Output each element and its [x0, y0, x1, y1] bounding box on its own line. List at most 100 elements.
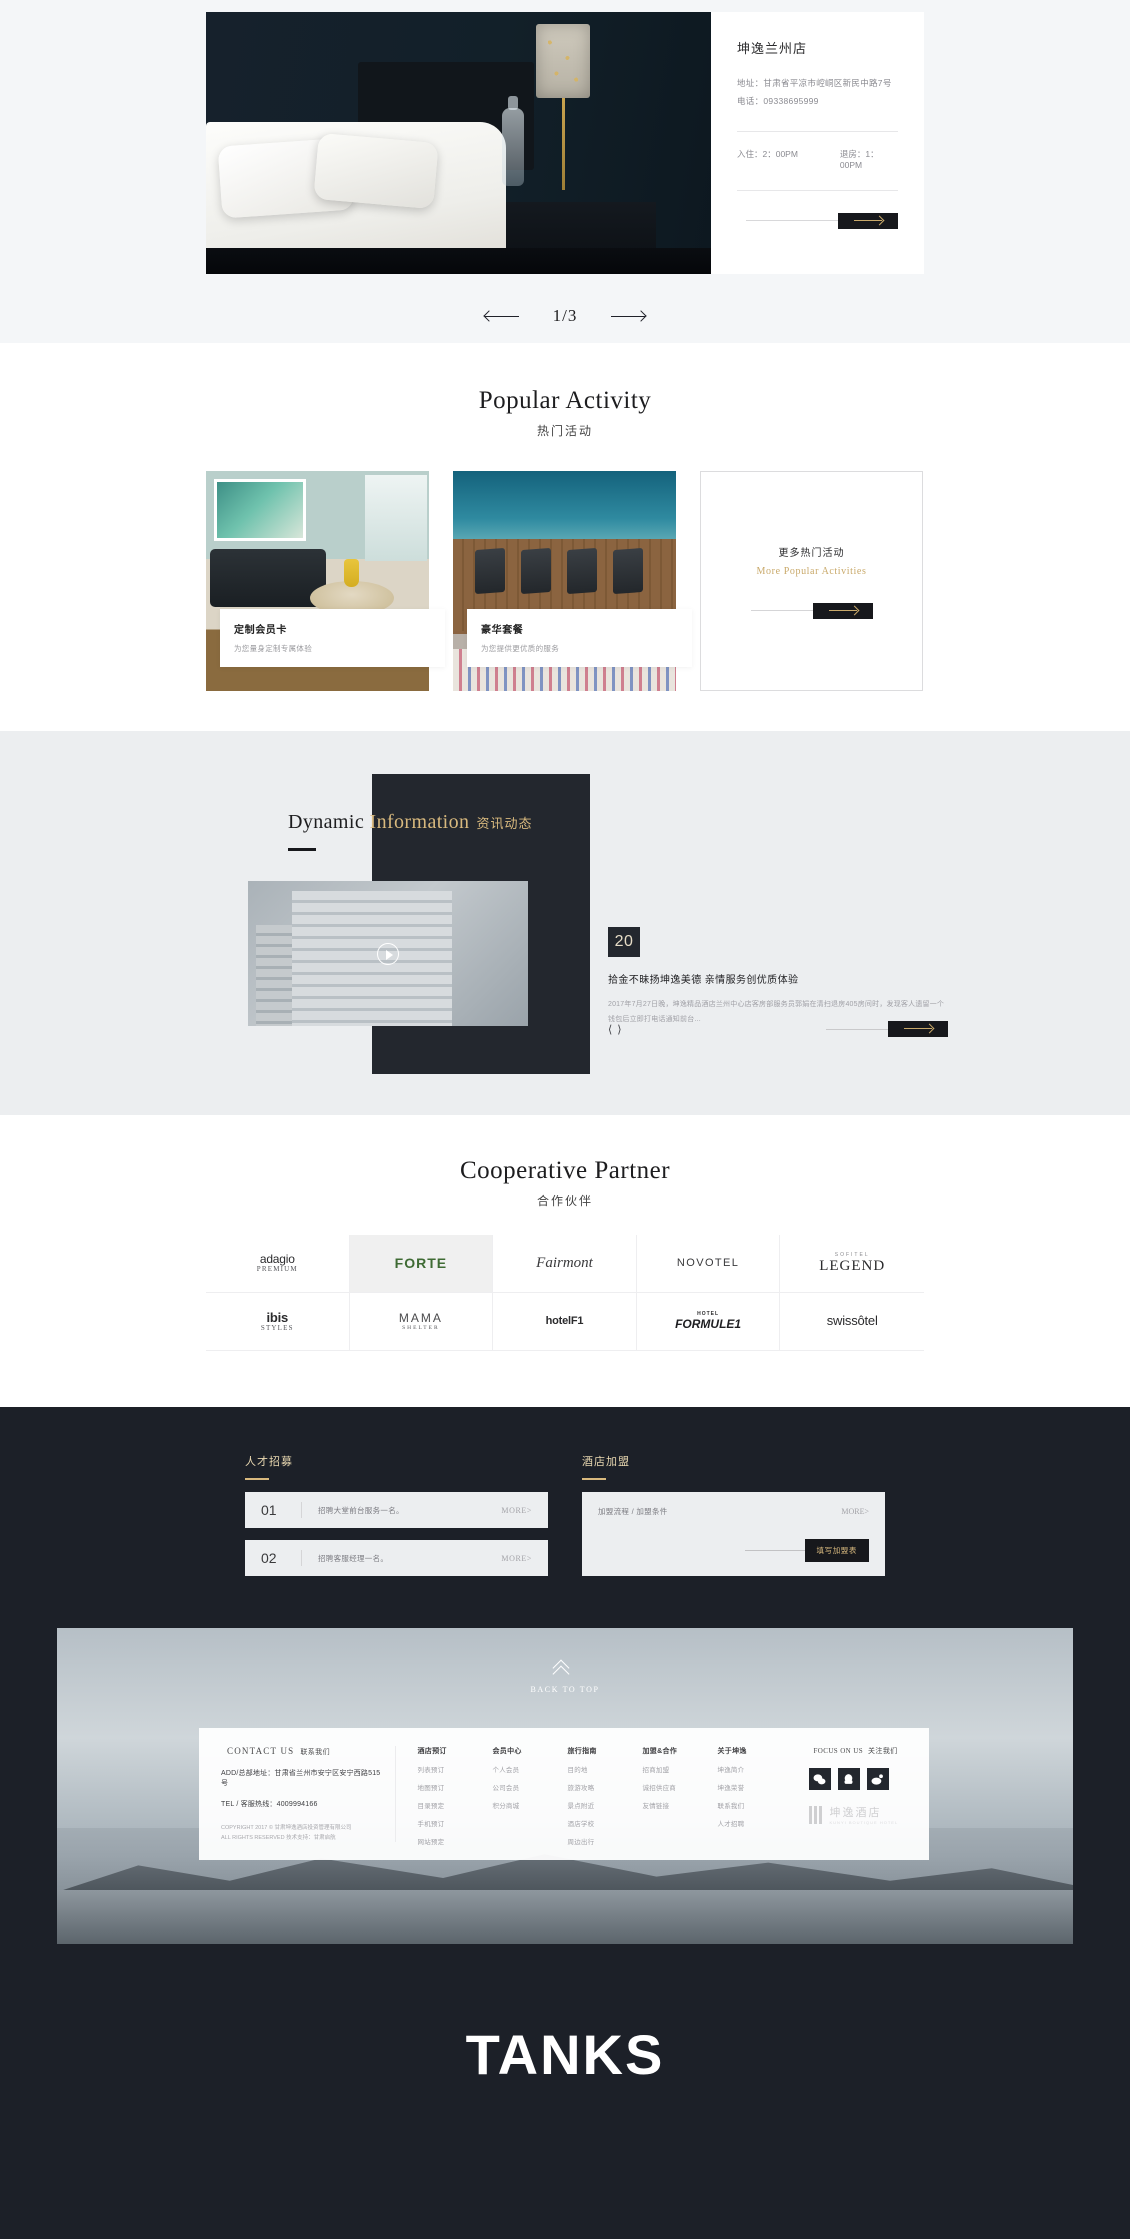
carousel-next-button[interactable] — [611, 310, 646, 322]
section-heading: Popular Activity 热门活动 — [0, 387, 1130, 439]
partner-logo-novotel[interactable]: NOVOTEL — [636, 1235, 781, 1293]
activity-card[interactable]: 定制会员卡 为您量身定制专属体验 — [206, 471, 445, 691]
column-heading[interactable]: 会员中心 — [493, 1746, 568, 1756]
item-text: 招聘客服经理一名。 — [318, 1553, 389, 1563]
more-activities-label-en: More Popular Activities — [756, 565, 867, 577]
logo-text: hotelF1 — [545, 1315, 584, 1328]
carousel-prev-button[interactable] — [484, 310, 519, 322]
column-link[interactable]: 坤逸简介 — [718, 1764, 793, 1774]
section-title-cn: 合作伙伴 — [536, 1194, 593, 1208]
hotel-address: 地址：甘肃省平凉市崆峒区新民中路7号 — [737, 78, 892, 88]
news-prev-next-buttons[interactable]: ⟨⟩ — [608, 1023, 627, 1036]
more-link[interactable]: MORE> — [501, 1554, 532, 1563]
brand-name-cn: 坤逸酒店 — [829, 1807, 882, 1819]
activity-caption: 豪华套餐 为您提供更优质的服务 — [467, 609, 692, 667]
column-link[interactable]: 列表预订 — [418, 1764, 493, 1774]
tanks-section: TANKS — [0, 1944, 1130, 2183]
activity-card[interactable]: 豪华套餐 为您提供更优质的服务 — [453, 471, 692, 691]
column-link[interactable]: 坤逸荣誉 — [718, 1782, 793, 1792]
contact-heading-cn: 联系我们 — [300, 1749, 330, 1756]
hotel-times: 入住：2：00PM 退房：1：00PM — [737, 148, 898, 170]
activity-subtitle: 为您量身定制专属体验 — [234, 644, 312, 653]
column-link[interactable]: 友情链接 — [643, 1800, 718, 1810]
partner-logo-fairmont[interactable]: Fairmont — [493, 1235, 637, 1293]
carousel-counter: 1/3 — [552, 306, 578, 325]
play-icon[interactable] — [377, 942, 399, 965]
footer-copyright-line1: COPYRIGHT 2017 © 甘肃坤逸酒店投资管理有限公司 — [221, 1825, 352, 1831]
more-activities-action[interactable] — [750, 602, 873, 619]
more-link[interactable]: MORE> — [841, 1507, 869, 1516]
partner-logo-mama-shelter[interactable]: MAMA SHELTER — [349, 1293, 494, 1351]
item-text: 招聘大堂前台服务一名。 — [318, 1505, 404, 1515]
hotel-detail-link[interactable] — [737, 212, 898, 229]
contact-heading: CONTACT US 联系我们 — [221, 1746, 381, 1757]
column-link[interactable]: 公司会员 — [493, 1782, 568, 1792]
partner-logo-swissotel[interactable]: swissôtel — [780, 1293, 924, 1351]
arrow-right-icon[interactable] — [838, 212, 898, 229]
hotel-room-photo — [206, 12, 711, 274]
column-link[interactable]: 网站预定 — [418, 1836, 493, 1846]
qq-icon[interactable] — [837, 1768, 860, 1790]
column-link[interactable]: 个人会员 — [493, 1764, 568, 1774]
column-link[interactable]: 诚招供应商 — [643, 1782, 718, 1792]
logo-text: ibis — [266, 1309, 289, 1325]
logo-text: FORMULE1 — [675, 1316, 742, 1331]
footer-hero-section: BACK TO TOP CONTACT US 联系我们 ADD/总部地址：甘肃省兰… — [57, 1628, 1073, 1944]
recruit-column: 人才招募 01 招聘大堂前台服务一名。 MORE> 02 招聘客服经理一名。 M… — [245, 1453, 548, 1576]
partner-logo-adagio[interactable]: adagio PREMIUM — [206, 1235, 350, 1293]
footer-link-columns: 酒店预订 列表预订 地图预订 目录预定 手机预订 网站预定 会员中心 个人会员 … — [396, 1746, 793, 1846]
column-link[interactable]: 联系我们 — [718, 1800, 793, 1810]
arrow-right-icon[interactable] — [812, 602, 873, 619]
recruit-heading: 人才招募 — [245, 1456, 293, 1468]
partner-logo-grid: adagio PREMIUM FORTE Fairmont NOVOTEL SO… — [206, 1235, 924, 1351]
footer-column-about: 关于坤逸 坤逸简介 坤逸荣誉 联系我们 人才招聘 — [718, 1746, 793, 1842]
recruit-franchise-wrap: 人才招募 01 招聘大堂前台服务一名。 MORE> 02 招聘客服经理一名。 M… — [245, 1453, 885, 1576]
partner-logo-sofitel-legend[interactable]: SOFITEL LEGEND — [780, 1235, 924, 1293]
checkout-time: 退房：1：00PM — [839, 148, 879, 170]
footer-address: ADD/总部地址：甘肃省兰州市安宁区安宁西路515号 — [221, 1770, 381, 1787]
column-heading[interactable]: 关于坤逸 — [718, 1746, 793, 1756]
partner-logo-forte[interactable]: FORTE — [349, 1235, 494, 1293]
column-link[interactable]: 旅游攻略 — [568, 1782, 643, 1792]
column-link[interactable]: 酒店学校 — [568, 1818, 643, 1828]
logo-text: NOVOTEL — [676, 1257, 740, 1270]
column-heading[interactable]: 加盟&合作 — [643, 1746, 718, 1756]
divider — [737, 130, 898, 132]
footer-column-booking: 酒店预订 列表预订 地图预订 目录预定 手机预订 网站预定 — [418, 1746, 493, 1846]
wechat-icon[interactable] — [808, 1768, 831, 1790]
recruit-list-item[interactable]: 02 招聘客服经理一名。 MORE> — [245, 1540, 548, 1576]
column-link[interactable]: 手机预订 — [418, 1818, 493, 1828]
partner-logo-hotel-f1[interactable]: hotelF1 — [493, 1293, 637, 1351]
arrow-right-icon[interactable] — [888, 1021, 948, 1037]
franchise-apply-button[interactable]: 填写加盟表 — [804, 1539, 869, 1562]
carousel-nav: 1/3 — [0, 306, 1130, 326]
column-link[interactable]: 目的地 — [568, 1764, 643, 1774]
column-heading[interactable]: 旅行指南 — [568, 1746, 643, 1756]
column-link[interactable]: 招商加盟 — [643, 1764, 718, 1774]
logo-text: MAMA — [398, 1310, 443, 1325]
news-more-link[interactable] — [826, 1021, 948, 1037]
column-link[interactable]: 积分商城 — [493, 1800, 568, 1810]
back-to-top-button[interactable]: BACK TO TOP — [57, 1662, 1073, 1694]
hotel-name: 坤逸兰州店 — [737, 41, 808, 56]
franchise-heading: 酒店加盟 — [582, 1456, 630, 1468]
column-link[interactable]: 地图预订 — [418, 1782, 493, 1792]
column-link[interactable]: 目录预定 — [418, 1800, 493, 1810]
more-link[interactable]: MORE> — [501, 1506, 532, 1515]
cooperative-partner-section: Cooperative Partner 合作伙伴 adagio PREMIUM … — [0, 1115, 1130, 1407]
column-link[interactable]: 周边出行 — [568, 1836, 643, 1846]
section-title-en-part1: Dynamic — [288, 811, 370, 833]
column-link[interactable]: 景点附近 — [568, 1800, 643, 1810]
news-item[interactable]: 20 拾金不昧扬坤逸美德 亲情服务创优质体验 2017年7月27日晚，坤逸精品酒… — [608, 927, 948, 1027]
column-heading[interactable]: 酒店预订 — [418, 1746, 493, 1756]
partner-logo-ibis-styles[interactable]: ibis STYLES — [206, 1293, 350, 1351]
recruit-list-item[interactable]: 01 招聘大堂前台服务一名。 MORE> — [245, 1492, 548, 1528]
more-activities-card[interactable]: 更多热门活动 More Popular Activities — [700, 471, 923, 691]
column-link[interactable]: 人才招聘 — [718, 1818, 793, 1828]
line-decor — [826, 1028, 888, 1030]
heading-underline-decor — [245, 1478, 269, 1480]
partner-logo-formule1[interactable]: HOTEL FORMULE1 — [636, 1293, 781, 1351]
weibo-icon[interactable] — [866, 1768, 889, 1790]
news-video-thumbnail[interactable] — [248, 881, 528, 1026]
activity-title: 定制会员卡 — [234, 625, 287, 636]
